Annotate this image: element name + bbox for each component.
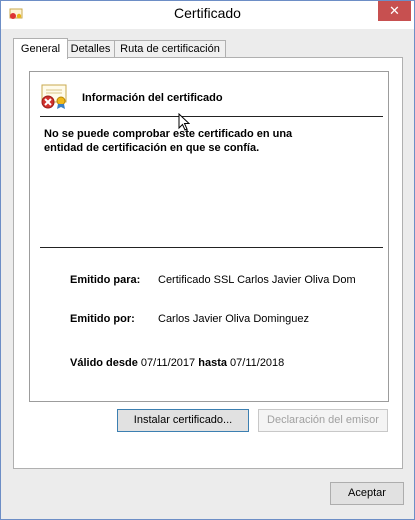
issuer-statement-button[interactable]: Declaración del emisor [258,409,388,432]
divider-top [40,116,383,117]
title-bar: Certificado ✕ [1,1,414,29]
valid-from-value: 07/11/2017 [140,357,196,369]
close-icon: ✕ [389,3,400,18]
issued-to-label: Emitido para: [70,274,141,286]
warning-text: No se puede comprobar este certificado e… [44,127,374,155]
certificate-error-icon [41,84,67,109]
warning-line-2: entidad de certificación en que se confí… [44,142,260,154]
issued-by-label: Emitido por: [70,313,135,325]
divider-bottom [40,247,383,248]
validity-row: Válido desde 07/11/2017 hasta 07/11/2018 [70,357,284,369]
tab-details[interactable]: Detalles [66,40,115,58]
tab-general[interactable]: General [13,38,68,59]
valid-from-label: Válido desde [70,357,138,369]
warning-line-1: No se puede comprobar este certificado e… [44,128,293,140]
valid-to-value: 07/11/2018 [230,357,285,369]
info-title: Información del certificado [82,92,223,104]
install-certificate-button[interactable]: Instalar certificado... [117,409,249,432]
accept-button[interactable]: Aceptar [330,482,404,505]
mouse-cursor-icon [178,113,190,131]
issued-by-row: Emitido por: Carlos Javier Oliva Domingue… [70,313,309,325]
certificate-info-box: Información del certificado No se puede … [29,71,389,402]
issued-to-value: Certificado SSL Carlos Javier Oliva Dom [158,274,356,286]
general-panel: Información del certificado No se puede … [13,57,403,469]
close-button[interactable]: ✕ [378,1,411,21]
issued-by-value: Carlos Javier Oliva Dominguez [158,313,309,325]
issued-to-row: Emitido para: Certificado SSL Carlos Javi… [70,274,356,286]
tab-certification-path[interactable]: Ruta de certificación [114,40,226,58]
window-title: Certificado [174,5,241,21]
valid-to-label: hasta [198,357,227,369]
certificate-window: Certificado ✕ General Detalles Ruta de c… [0,0,415,520]
